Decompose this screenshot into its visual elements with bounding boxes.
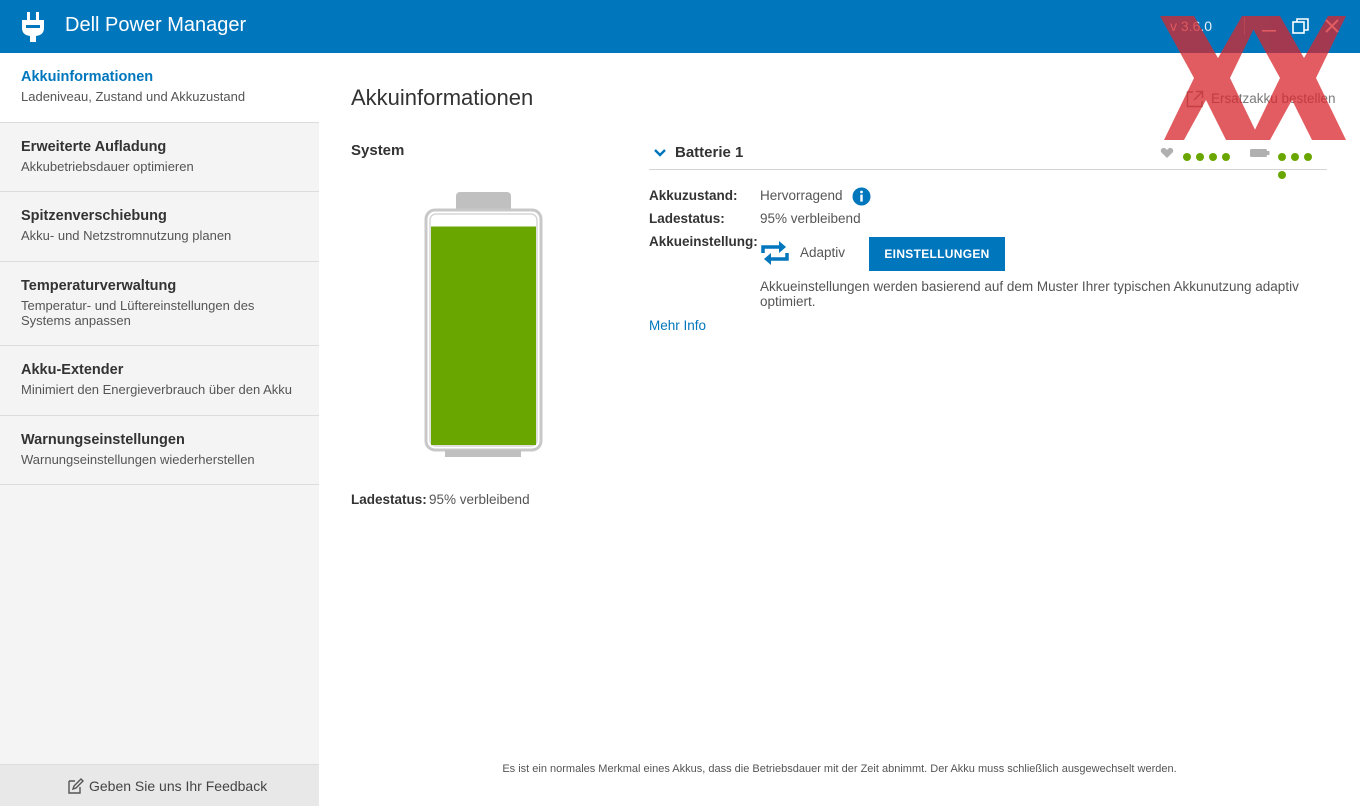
sidebar-item-erweiterte-aufladung[interactable]: Erweiterte Aufladung Akkubetriebsdauer o…	[0, 123, 319, 192]
settings-button[interactable]: EINSTELLUNGEN	[869, 237, 1005, 271]
plug-icon	[22, 12, 44, 42]
battery-fill-level	[431, 226, 536, 445]
sidebar-item-subtitle: Warnungseinstellungen wiederherstellen	[21, 452, 255, 467]
sidebar-item-subtitle: Ladeniveau, Zustand und Akkuzustand	[21, 89, 246, 104]
charge-dot	[1304, 153, 1312, 161]
sidebar-item-title: Akku-Extender	[21, 362, 124, 378]
health-value: Hervorragend	[760, 188, 843, 203]
chevron-down-icon	[654, 149, 666, 157]
status-value: 95% verbleibend	[760, 211, 861, 226]
sidebar-item-warnungseinstellungen[interactable]: Warnungseinstellungen Warnungseinstellun…	[0, 416, 319, 485]
sidebar-item-temperaturverwaltung[interactable]: Temperaturverwaltung Temperatur- und Lüf…	[0, 262, 319, 346]
status-label: Ladestatus:	[649, 211, 725, 226]
setting-label: Akkueinstellung:	[649, 234, 758, 249]
battery1-header[interactable]: Batterie 1	[649, 143, 1327, 179]
app-title: Dell Power Manager	[65, 14, 247, 36]
feedback-label: Geben Sie uns Ihr Feedback	[89, 778, 268, 794]
battery-small-icon	[1250, 149, 1270, 157]
charge-dot	[1278, 153, 1286, 161]
adaptive-cycle-icon	[761, 241, 789, 265]
sidebar-item-title: Warnungseinstellungen	[21, 432, 185, 448]
health-label: Akkuzustand:	[649, 188, 738, 203]
sidebar: Akkuinformationen Ladeniveau, Zustand un…	[0, 53, 319, 806]
external-link-icon	[1186, 90, 1204, 108]
setting-description: Akkueinstellungen werden basierend auf d…	[760, 279, 1299, 309]
system-status-label: Ladestatus:	[351, 492, 427, 507]
title-bar: Dell Power Manager v 3.6.0	[0, 0, 1360, 53]
system-status-value: 95% verbleibend	[429, 492, 530, 507]
sidebar-item-title: Spitzenverschiebung	[21, 208, 167, 224]
setting-value: Adaptiv	[800, 245, 846, 260]
sidebar-item-title: Erweiterte Aufladung	[21, 139, 167, 155]
charge-dot	[1278, 171, 1286, 179]
health-dot	[1183, 153, 1191, 161]
sidebar-item-title: Akkuinformationen	[21, 69, 154, 85]
sidebar-item-akku-extender[interactable]: Akku-Extender Minimiert den Energieverbr…	[0, 346, 319, 416]
sidebar-item-akkuinformationen[interactable]: Akkuinformationen Ladeniveau, Zustand un…	[0, 53, 319, 123]
edit-icon	[68, 778, 84, 794]
sidebar-item-spitzenverschiebung[interactable]: Spitzenverschiebung Akku- und Netzstromn…	[0, 192, 319, 262]
health-dot	[1209, 153, 1217, 161]
sidebar-item-title: Temperaturverwaltung	[21, 278, 177, 294]
health-rating-dots	[1183, 148, 1235, 161]
heart-icon	[1160, 147, 1174, 158]
restore-icon[interactable]	[1289, 14, 1313, 38]
sidebar-item-subtitle: Akku- und Netzstromnutzung planen	[21, 228, 232, 243]
order-battery-label: Ersatzakku bestellen	[1211, 91, 1336, 106]
sidebar-item-subtitle: Minimiert den Energieverbrauch über den …	[21, 382, 292, 397]
more-info-link[interactable]: Mehr Info	[649, 318, 706, 333]
close-icon[interactable]	[1320, 14, 1344, 38]
titlebar-separator	[1244, 17, 1245, 35]
sidebar-item-subtitle: Akkubetriebsdauer optimieren	[21, 159, 194, 174]
feedback-button[interactable]: Geben Sie uns Ihr Feedback	[0, 764, 319, 806]
health-dot	[1222, 153, 1230, 161]
system-heading: System	[351, 142, 405, 159]
battery-base	[445, 450, 521, 457]
info-icon[interactable]	[852, 187, 871, 206]
battery-graphic	[424, 192, 543, 457]
battery1-title: Batterie 1	[675, 144, 744, 161]
charge-rating-dots	[1278, 148, 1327, 179]
page-title: Akkuinformationen	[351, 85, 534, 110]
minimize-icon[interactable]	[1257, 14, 1281, 38]
charge-dot	[1291, 153, 1299, 161]
footer-note: Es ist ein normales Merkmal eines Akkus,…	[502, 763, 1177, 775]
health-dot	[1196, 153, 1204, 161]
sidebar-item-subtitle: Temperatur- und Lüftereinstellungen des …	[21, 298, 255, 328]
version-label: v 3.6.0	[1170, 18, 1213, 34]
